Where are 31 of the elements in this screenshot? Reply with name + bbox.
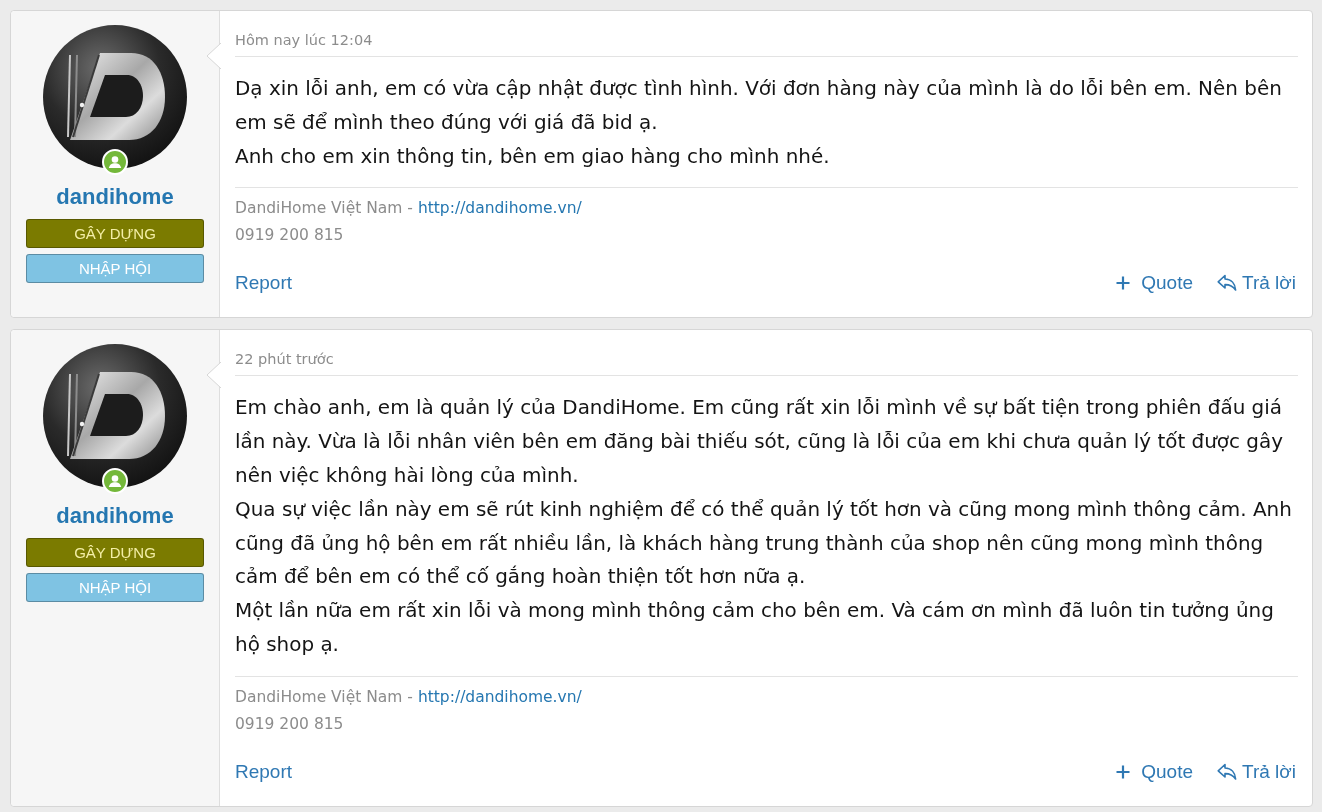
reply-arrow-icon xyxy=(1217,274,1237,293)
username-link[interactable]: dandihome xyxy=(56,184,174,210)
website-link[interactable]: http://dandihome.vn/ xyxy=(417,687,582,706)
message-paragraph: Một lần nữa em rất xin lỗi và mong mình thông cảm cho bên em. Và cám ơn mình đã luôn tin tưởng ủng hộ shop ạ. xyxy=(235,597,1275,658)
avatar-logo[interactable] xyxy=(43,344,187,489)
signature-phone: 0919 200 815 xyxy=(235,713,345,735)
website-link[interactable]: http://dandihome.vn/ xyxy=(417,199,582,218)
user-title-banner: GÂY DỰNG xyxy=(26,219,204,248)
quote-link[interactable]: Quote xyxy=(1116,270,1193,297)
quote-link[interactable]: Quote xyxy=(1116,758,1193,785)
plus-icon xyxy=(1116,764,1131,779)
signature-text: DandiHome Việt Nam - http://dandihome.vn/ xyxy=(235,198,583,220)
message-paragraph: Em chào anh, em là quản lý của DandiHome. Em cũng rất xin lỗi mình về sự bất tiện trong phiên đấu giá lần này. Vừa là lỗi nhân viên bên em đăng bài thiếu sót, cũng là lỗi của em khi chưa quản lý tốt được gây nên việc không hài lòng của mình. xyxy=(235,394,1285,489)
message-paragraph: Anh cho em xin thông tin, bên em giao hàng cho mình nhé. xyxy=(235,142,831,170)
user-title-banner: NHẬP HỘI xyxy=(26,573,204,603)
avatar-logo[interactable] xyxy=(43,25,187,169)
reply-link[interactable]: Trả lời xyxy=(1217,270,1296,297)
reply-arrow-icon xyxy=(1217,762,1237,781)
plus-icon xyxy=(1116,276,1131,291)
user-title-banner: NHẬP HỘI xyxy=(26,254,204,283)
signature-phone: 0919 200 815 xyxy=(235,225,345,247)
report-link[interactable]: Report xyxy=(235,758,293,785)
message-paragraph: Dạ xin lỗi anh, em có vừa cập nhật được tình hình. Với đơn hàng này của mình là do lỗi bên em. Nên bên em sẽ để mình theo đúng với giá đã bid ạ. xyxy=(235,75,1283,136)
username-link[interactable]: dandihome xyxy=(56,503,174,530)
post-timestamp[interactable]: 22 phút trước xyxy=(235,351,334,368)
reply-link[interactable]: Trả lời xyxy=(1217,758,1296,785)
signature-text: DandiHome Việt Nam - http://dandihome.vn/ xyxy=(235,686,583,708)
post-timestamp[interactable]: Hôm nay lúc 12:04 xyxy=(235,32,373,48)
message-paragraph: Qua sự việc lần này em sẽ rút kinh nghiệm để có thể quản lý tốt hơn và cũng mong mình thông cảm. Anh cũng đã ủng hộ bên em rất nhiều lần, là khách hàng trung thành của shop nên cũng mong mình thông cảm để bên em có thể cố gắng hoàn thiện tốt hơn nữa ạ. xyxy=(235,495,1293,591)
user-title-banner: GÂY DỰNG xyxy=(26,538,204,568)
report-link[interactable]: Report xyxy=(235,270,293,297)
